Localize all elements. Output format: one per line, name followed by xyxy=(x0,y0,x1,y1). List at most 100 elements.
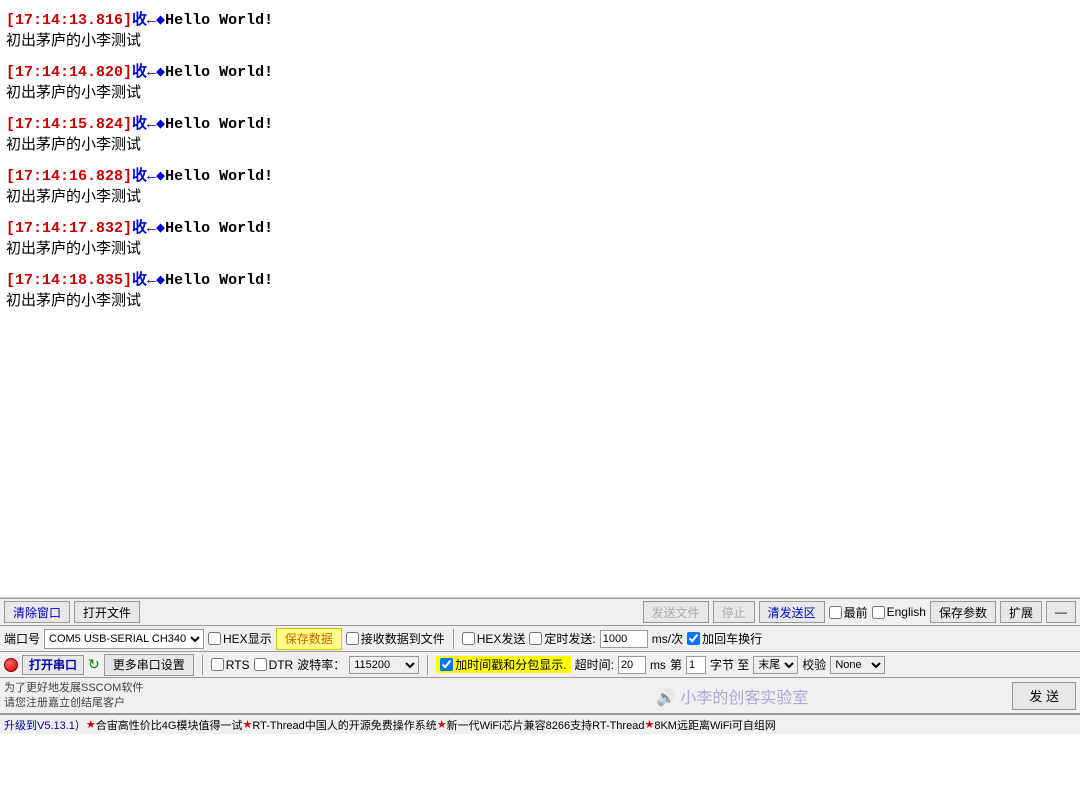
send-button[interactable]: 发 送 xyxy=(1012,682,1076,710)
log-chinese: 初出茅庐的小李测试 xyxy=(6,237,1074,258)
byte-unit-label: 字节 至 xyxy=(710,656,749,673)
rts-checkbox[interactable] xyxy=(211,658,224,671)
dtr-checkbox[interactable] xyxy=(254,658,267,671)
log-chinese: 初出茅庐的小李测试 xyxy=(6,289,1074,310)
clear-window-button[interactable]: 清除窗口 xyxy=(4,601,70,623)
log-direction: 收←◆ xyxy=(132,220,165,237)
toolbar-row-3: 打开串口 ↻ 更多串口设置 RTS DTR 波特率： 115200 加时间戳和分… xyxy=(0,652,1080,678)
last-checkbox[interactable] xyxy=(829,606,842,619)
log-chinese: 初出茅庐的小李测试 xyxy=(6,133,1074,154)
more-ports-button[interactable]: 更多串口设置 xyxy=(104,654,194,676)
log-timestamp: [17:14:17.832] xyxy=(6,220,132,237)
timestamp-checkbox[interactable] xyxy=(440,658,453,671)
log-timestamp: [17:14:13.816] xyxy=(6,12,132,29)
log-timestamp: [17:14:15.824] xyxy=(6,116,132,133)
log-timestamp: [17:14:16.828] xyxy=(6,168,132,185)
send-file-button[interactable]: 发送文件 xyxy=(643,601,709,623)
send-area: 为了更好地发展SSCOM软件 请您注册嘉立创结尾客户 🔊 小李的创客实验室 发 … xyxy=(0,678,1080,714)
stop-button[interactable]: 停止 xyxy=(713,601,755,623)
expand-button[interactable]: 扩展 xyxy=(1000,601,1042,623)
log-message: Hello World! xyxy=(165,220,273,237)
status-item-2: RT-Thread中国人的开源免费操作系统 xyxy=(252,717,436,733)
status-item-1: 合宙高性价比4G模块值得一试 xyxy=(96,717,243,733)
terminal-area: [17:14:13.816]收←◆Hello World!初出茅庐的小李测试[1… xyxy=(0,0,1080,598)
status-item-3: 新一代WiFi芯片兼容8266支持RT-Thread xyxy=(447,717,645,733)
log-entry: [17:14:17.832]收←◆Hello World!初出茅庐的小李测试 xyxy=(6,216,1074,258)
hex-send-group: HEX发送 xyxy=(462,630,526,647)
watermark-area: 🔊 小李的创客实验室 xyxy=(408,684,1008,708)
interval-unit-label: ms/次 xyxy=(652,630,683,647)
log-chinese: 初出茅庐的小李测试 xyxy=(6,29,1074,50)
log-direction: 收←◆ xyxy=(132,272,165,289)
save-data-button[interactable]: 保存数据 xyxy=(276,628,342,650)
log-timestamp: [17:14:18.835] xyxy=(6,272,132,289)
log-message: Hello World! xyxy=(165,168,273,185)
log-entry: [17:14:13.816]收←◆Hello World!初出茅庐的小李测试 xyxy=(6,8,1074,50)
hex-send-checkbox[interactable] xyxy=(462,632,475,645)
log-message: Hello World! xyxy=(165,12,273,29)
dtr-group: DTR xyxy=(254,658,294,672)
log-entry: [17:14:16.828]收←◆Hello World!初出茅庐的小李测试 xyxy=(6,164,1074,206)
hex-display-checkbox[interactable] xyxy=(208,632,221,645)
open-port-button[interactable]: 打开串口 xyxy=(22,655,84,675)
add-return-label: 加回车换行 xyxy=(702,630,762,647)
timestamp-label: 加时间戳和分包显示. xyxy=(455,656,566,673)
rts-group: RTS xyxy=(211,658,250,672)
english-checkbox[interactable] xyxy=(872,606,885,619)
toolbar-row-1: 清除窗口 打开文件 发送文件 停止 清发送区 最前 English 保存参数 扩… xyxy=(0,598,1080,626)
log-entry: [17:14:14.820]收←◆Hello World!初出茅庐的小李测试 xyxy=(6,60,1074,102)
english-checkbox-group: English xyxy=(872,605,926,619)
rts-label: RTS xyxy=(226,658,250,672)
log-message: Hello World! xyxy=(165,272,273,289)
minus-button[interactable]: — xyxy=(1046,601,1076,623)
add-return-checkbox[interactable] xyxy=(687,632,700,645)
receive-to-file-checkbox[interactable] xyxy=(346,632,359,645)
baud-select[interactable]: 115200 xyxy=(349,656,419,674)
timestamp-group: 加时间戳和分包显示. xyxy=(436,656,570,673)
log-direction: 收←◆ xyxy=(132,168,165,185)
english-label: English xyxy=(887,605,926,619)
interval-input[interactable] xyxy=(600,630,648,648)
timed-send-group: 定时发送: xyxy=(529,630,595,647)
status-bar: 升级到V5.13.1 ） ★ 合宙高性价比4G模块值得一试 ★ RT-Threa… xyxy=(0,714,1080,734)
log-message: Hello World! xyxy=(165,64,273,81)
receive-to-file-label: 接收数据到文件 xyxy=(361,630,445,647)
log-chinese: 初出茅庐的小李测试 xyxy=(6,81,1074,102)
upgrade-link[interactable]: 升级到V5.13.1 xyxy=(4,717,75,733)
user-info-text: 为了更好地发展SSCOM软件 请您注册嘉立创结尾客户 xyxy=(4,681,404,710)
add-return-group: 加回车换行 xyxy=(687,630,762,647)
clear-send-button[interactable]: 清发送区 xyxy=(759,601,825,623)
last-checkbox-group: 最前 xyxy=(829,604,868,621)
log-direction: 收←◆ xyxy=(132,64,165,81)
timeout-input[interactable] xyxy=(618,656,646,674)
port-label: 端口号 xyxy=(4,630,40,647)
timed-send-checkbox[interactable] xyxy=(529,632,542,645)
log-direction: 收←◆ xyxy=(132,12,165,29)
open-file-button[interactable]: 打开文件 xyxy=(74,601,140,623)
log-entry: [17:14:15.824]收←◆Hello World!初出茅庐的小李测试 xyxy=(6,112,1074,154)
port-select[interactable]: COM5 USB-SERIAL CH340 xyxy=(44,629,204,649)
log-timestamp: [17:14:14.820] xyxy=(6,64,132,81)
log-entry: [17:14:18.835]收←◆Hello World!初出茅庐的小李测试 xyxy=(6,268,1074,310)
checksum-select[interactable]: None xyxy=(830,656,885,674)
watermark-text: 🔊 小李的创客实验室 xyxy=(656,684,808,708)
byte-start-label: 第 xyxy=(670,656,682,673)
checksum-label: 校验 xyxy=(802,656,826,673)
save-params-button[interactable]: 保存参数 xyxy=(930,601,996,623)
timeout-label: 超时间: xyxy=(575,656,614,673)
status-separator-1: ） xyxy=(75,717,86,733)
hex-send-label: HEX发送 xyxy=(477,630,526,647)
baud-label: 波特率： xyxy=(297,656,345,673)
log-message: Hello World! xyxy=(165,116,273,133)
byte-start-input[interactable] xyxy=(686,656,706,674)
byte-end-select[interactable]: 末尾 xyxy=(753,656,798,674)
log-direction: 收←◆ xyxy=(132,116,165,133)
timeout-unit-label: ms xyxy=(650,658,666,672)
refresh-icon[interactable]: ↻ xyxy=(88,656,100,673)
last-label: 最前 xyxy=(844,604,868,621)
hex-display-group: HEX显示 xyxy=(208,630,272,647)
timed-send-label: 定时发送: xyxy=(544,630,595,647)
receive-to-file-group: 接收数据到文件 xyxy=(346,630,445,647)
port-status-indicator xyxy=(4,658,18,672)
status-item-4: 8KM远距离WiFi可自组网 xyxy=(654,717,776,733)
